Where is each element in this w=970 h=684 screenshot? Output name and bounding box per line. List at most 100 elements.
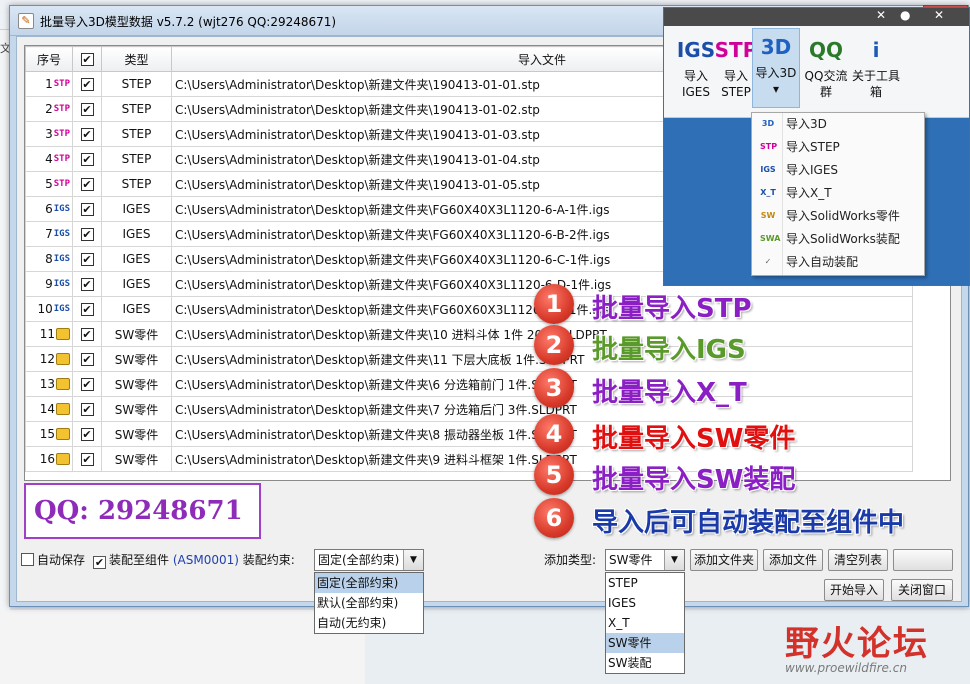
row-type: SW零件 bbox=[101, 371, 172, 397]
constraint-option[interactable]: 自动(无约束) bbox=[315, 613, 423, 633]
close-icon[interactable]: ✕ bbox=[934, 8, 944, 22]
row-checkbox[interactable]: ✔ bbox=[80, 428, 94, 441]
table-row[interactable]: 13 ✔ SW零件 C:\Users\Administrator\Desktop\新建… bbox=[25, 371, 913, 397]
add-type-option[interactable]: STEP bbox=[606, 573, 684, 593]
user-icon[interactable]: ● bbox=[900, 8, 910, 22]
header-index[interactable]: 序号 bbox=[25, 46, 73, 72]
chevron-down-icon[interactable]: ▼ bbox=[403, 550, 423, 570]
row-check-cell[interactable]: ✔ bbox=[72, 371, 102, 397]
row-checkbox[interactable]: ✔ bbox=[80, 278, 94, 291]
row-checkbox[interactable]: ✔ bbox=[80, 128, 94, 141]
row-checkbox[interactable]: ✔ bbox=[80, 153, 94, 166]
row-index-cell: 3STP bbox=[25, 121, 73, 147]
table-row[interactable]: 12 ✔ SW零件 C:\Users\Administrator\Desktop\新建… bbox=[25, 346, 913, 372]
close-icon[interactable]: ✕ bbox=[876, 8, 886, 22]
close-window-button[interactable]: 关闭窗口 bbox=[891, 579, 953, 601]
row-check-cell[interactable]: ✔ bbox=[72, 221, 102, 247]
row-check-cell[interactable]: ✔ bbox=[72, 346, 102, 372]
row-check-cell[interactable]: ✔ bbox=[72, 171, 102, 197]
row-type: SW零件 bbox=[101, 421, 172, 447]
add-file-button[interactable]: 添加文件 bbox=[763, 549, 823, 571]
menu-item[interactable]: 3D 导入3D bbox=[752, 113, 924, 136]
row-type: IGES bbox=[101, 196, 172, 222]
row-check-cell[interactable]: ✔ bbox=[72, 321, 102, 347]
add-type-option[interactable]: IGES bbox=[606, 593, 684, 613]
auto-save-checkbox[interactable]: 自动保存 bbox=[21, 551, 85, 568]
row-check-cell[interactable]: ✔ bbox=[72, 396, 102, 422]
row-index-cell: 8IGS bbox=[25, 246, 73, 272]
start-import-button[interactable]: 开始导入 bbox=[824, 579, 884, 601]
row-check-cell[interactable]: ✔ bbox=[72, 421, 102, 447]
row-check-cell[interactable]: ✔ bbox=[72, 446, 102, 472]
row-index: 9 bbox=[45, 277, 53, 292]
row-index: 15 bbox=[39, 427, 55, 442]
blank-button[interactable] bbox=[893, 549, 953, 571]
row-index: 4 bbox=[45, 152, 53, 167]
ribbon-button-3[interactable]: QQ QQ交流 群 bbox=[802, 32, 850, 100]
menu-item[interactable]: IGS 导入IGES bbox=[752, 159, 924, 182]
clear-list-button[interactable]: 清空列表 bbox=[828, 549, 888, 571]
row-check-cell[interactable]: ✔ bbox=[72, 121, 102, 147]
stp-file-icon: STP bbox=[53, 178, 70, 189]
annotation-text: 导入后可自动装配至组件中 bbox=[592, 508, 905, 538]
menu-item[interactable]: ✓ 导入自动装配 bbox=[752, 251, 924, 274]
menu-item-icon: ✓ bbox=[764, 257, 772, 266]
ribbon-button-icon: i bbox=[872, 38, 880, 62]
asm-name: (ASM0001) bbox=[172, 553, 239, 567]
row-type: STEP bbox=[101, 171, 172, 197]
constraint-option[interactable]: 固定(全部约束) bbox=[315, 573, 423, 593]
row-checkbox[interactable]: ✔ bbox=[80, 103, 94, 116]
add-type-select[interactable]: SW零件 ▼ bbox=[605, 549, 685, 571]
row-checkbox[interactable]: ✔ bbox=[80, 178, 94, 191]
table-row[interactable]: 11 ✔ SW零件 C:\Users\Administrator\Desktop\新建… bbox=[25, 321, 913, 347]
row-checkbox[interactable]: ✔ bbox=[80, 228, 94, 241]
auto-save-check-icon bbox=[21, 553, 34, 566]
ribbon-button-label: 导入3D ▾ bbox=[755, 66, 797, 96]
row-check-cell[interactable]: ✔ bbox=[72, 246, 102, 272]
annotation-number-badge: 3 bbox=[534, 368, 574, 408]
menu-item-label: 导入SolidWorks零件 bbox=[786, 209, 900, 223]
row-check-cell[interactable]: ✔ bbox=[72, 296, 102, 322]
row-check-cell[interactable]: ✔ bbox=[72, 71, 102, 97]
row-check-cell[interactable]: ✔ bbox=[72, 271, 102, 297]
constraint-select[interactable]: 固定(全部约束) ▼ bbox=[314, 549, 424, 571]
row-checkbox[interactable]: ✔ bbox=[80, 253, 94, 266]
row-checkbox[interactable]: ✔ bbox=[80, 453, 94, 466]
row-checkbox[interactable]: ✔ bbox=[80, 303, 94, 316]
add-type-option[interactable]: SW装配 bbox=[606, 653, 684, 673]
constraint-selected-value: 固定(全部约束) bbox=[318, 553, 400, 567]
row-checkbox[interactable]: ✔ bbox=[80, 203, 94, 216]
row-checkbox[interactable]: ✔ bbox=[80, 328, 94, 341]
row-check-cell[interactable]: ✔ bbox=[72, 196, 102, 222]
row-type: IGES bbox=[101, 296, 172, 322]
menu-item[interactable]: X_T 导入X_T bbox=[752, 182, 924, 205]
menu-item[interactable]: SWA 导入SolidWorks装配 bbox=[752, 228, 924, 251]
menu-item-icon: 3D bbox=[761, 119, 775, 128]
forum-watermark: 野火论坛 www.proewildfire.cn bbox=[785, 616, 929, 675]
row-check-cell[interactable]: ✔ bbox=[72, 96, 102, 122]
row-check-cell[interactable]: ✔ bbox=[72, 146, 102, 172]
header-check[interactable]: ✔ bbox=[72, 46, 102, 72]
add-folder-button[interactable]: 添加文件夹 bbox=[690, 549, 758, 571]
row-index: 3 bbox=[45, 127, 53, 142]
menu-item[interactable]: STP 导入STEP bbox=[752, 136, 924, 159]
stp-file-icon: STP bbox=[53, 78, 70, 89]
header-type[interactable]: 类型 bbox=[101, 46, 172, 72]
assemble-check-icon: ✔ bbox=[93, 556, 106, 569]
add-type-option[interactable]: SW零件 bbox=[606, 633, 684, 653]
row-type: STEP bbox=[101, 71, 172, 97]
row-index-cell: 6IGS bbox=[25, 196, 73, 222]
row-checkbox[interactable]: ✔ bbox=[80, 378, 94, 391]
add-type-option[interactable]: X_T bbox=[606, 613, 684, 633]
menu-item[interactable]: SW 导入SolidWorks零件 bbox=[752, 205, 924, 228]
chevron-down-icon[interactable]: ▼ bbox=[664, 550, 684, 570]
row-checkbox[interactable]: ✔ bbox=[80, 403, 94, 416]
row-checkbox[interactable]: ✔ bbox=[80, 78, 94, 91]
row-checkbox[interactable]: ✔ bbox=[80, 353, 94, 366]
table-row[interactable]: 10IGS ✔ IGES C:\Users\Administrator\Desktop… bbox=[25, 296, 913, 322]
row-type: SW零件 bbox=[101, 396, 172, 422]
ribbon-button-4[interactable]: i 关于工具 箱 bbox=[852, 32, 900, 100]
ribbon-button-2[interactable]: 3D 导入3D ▾ bbox=[752, 28, 800, 108]
assemble-to-checkbox[interactable]: ✔ 装配至组件 (ASM0001) 装配约束: bbox=[93, 551, 295, 569]
constraint-option[interactable]: 默认(全部约束) bbox=[315, 593, 423, 613]
